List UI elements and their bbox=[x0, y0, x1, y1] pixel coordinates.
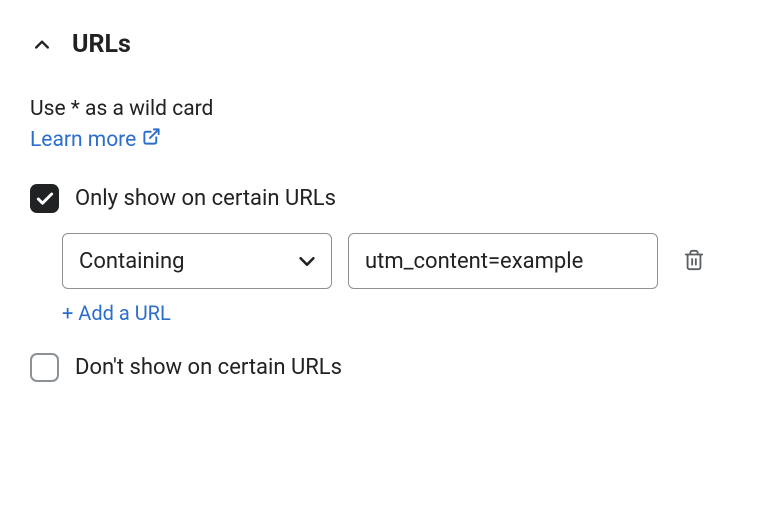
dont-show-on-urls-row: Don't show on certain URLs bbox=[30, 353, 748, 382]
show-on-urls-checkbox[interactable] bbox=[30, 184, 59, 213]
helper-text: Use * as a wild card bbox=[30, 97, 748, 121]
condition-select-wrapper: Containing bbox=[62, 233, 332, 289]
url-rule-row: Containing bbox=[62, 233, 748, 289]
learn-more-link[interactable]: Learn more bbox=[30, 127, 161, 152]
chevron-up-icon bbox=[30, 33, 54, 57]
delete-rule-button[interactable] bbox=[682, 249, 706, 273]
dont-show-on-urls-label: Don't show on certain URLs bbox=[75, 355, 342, 380]
show-on-urls-row: Only show on certain URLs bbox=[30, 184, 748, 213]
add-url-link[interactable]: + Add a URL bbox=[62, 301, 171, 325]
condition-select[interactable]: Containing bbox=[62, 233, 332, 289]
dont-show-on-urls-checkbox[interactable] bbox=[30, 353, 59, 382]
section-title: URLs bbox=[72, 30, 131, 59]
section-header[interactable]: URLs bbox=[30, 30, 748, 59]
show-on-urls-label: Only show on certain URLs bbox=[75, 186, 336, 211]
external-link-icon bbox=[142, 127, 161, 152]
url-value-input[interactable] bbox=[348, 233, 658, 289]
trash-icon bbox=[683, 249, 705, 274]
condition-select-value: Containing bbox=[79, 249, 185, 274]
learn-more-label: Learn more bbox=[30, 128, 136, 152]
